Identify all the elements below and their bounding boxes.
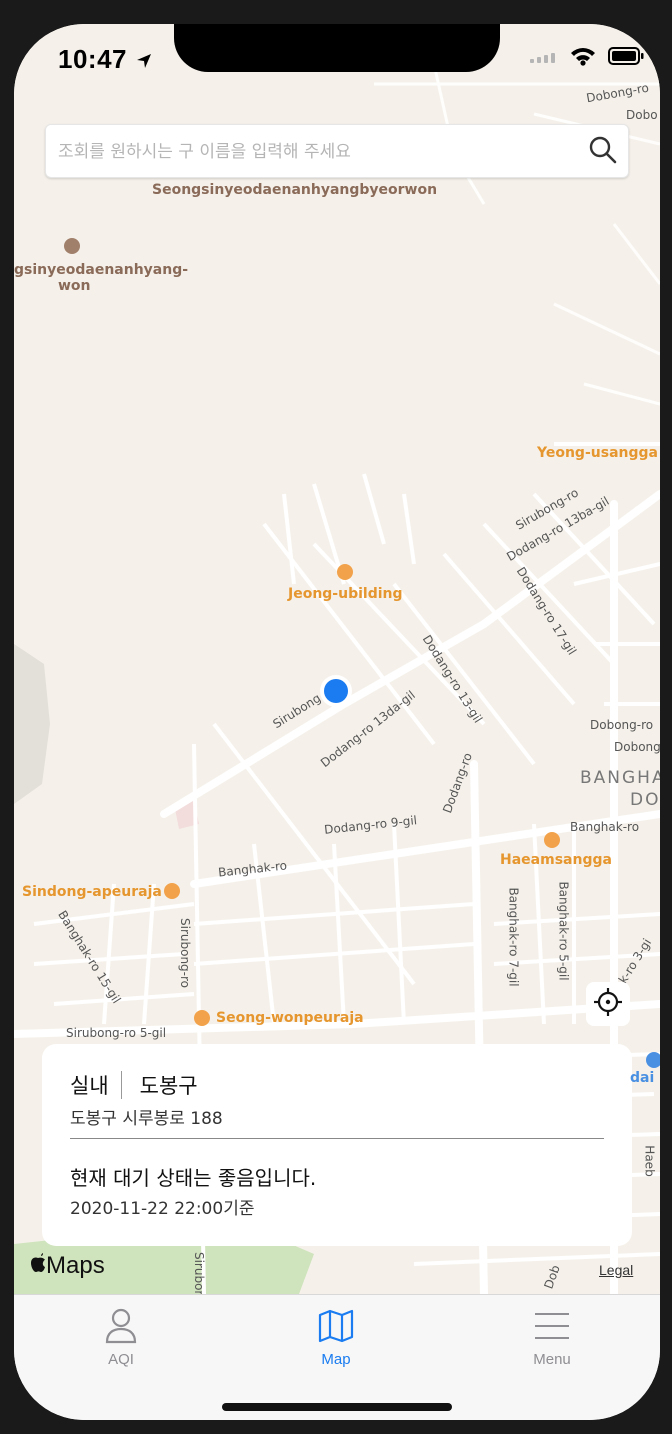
timestamp-text: 2020-11-22 22:00기준 <box>70 1199 255 1219</box>
map-label: DO <box>630 790 660 810</box>
current-location-button[interactable] <box>586 982 630 1026</box>
tab-aqi[interactable]: AQI <box>61 1305 181 1368</box>
map-label: Sirubong-ro <box>178 917 193 989</box>
map-label: dai <box>630 1070 655 1086</box>
phone-screen: Seongsinyeodaenanhyangbyeorwon gsinyeoda… <box>14 24 660 1420</box>
map-label: Sindong-apeuraja <box>22 884 162 900</box>
map-label: Banghak-ro 5-gil <box>556 881 571 981</box>
map-label: Dobo <box>626 108 658 122</box>
tab-bar: AQI Map Menu <box>14 1294 660 1420</box>
map-label: won <box>58 278 91 294</box>
air-quality-info-card[interactable]: 실내 도봉구 도봉구 시루봉로 188 현재 대기 상태는 좋음입니다. 202… <box>42 1044 632 1246</box>
tab-map-label: Map <box>321 1351 351 1368</box>
map-label: Banghak-ro 7-gil <box>506 887 521 987</box>
device-notch <box>174 24 500 72</box>
address-text: 도봉구 시루봉로 188 <box>70 1109 223 1129</box>
maps-attribution-text: Maps <box>46 1252 105 1279</box>
map-label: Yeong-usangga <box>537 445 658 461</box>
wifi-icon <box>570 46 596 71</box>
apple-logo-icon <box>30 1252 46 1280</box>
person-icon <box>61 1305 181 1347</box>
map-label: Seong-wonpeuraja <box>216 1010 364 1026</box>
map-label: Haeamsangga <box>500 852 612 868</box>
legal-link[interactable]: Legal <box>599 1262 633 1278</box>
tab-aqi-label: AQI <box>108 1351 134 1368</box>
district-label: 도봉구 <box>139 1074 198 1098</box>
map-icon <box>276 1305 396 1347</box>
menu-icon <box>492 1305 612 1347</box>
search-bar[interactable] <box>45 124 629 179</box>
crosshair-icon <box>592 986 624 1023</box>
battery-icon <box>608 47 644 70</box>
map-label: Banghak-ro <box>570 820 640 834</box>
air-status-text: 현재 대기 상태는 좋음입니다. <box>70 1166 317 1190</box>
map-label: Dobong <box>614 740 660 754</box>
location-arrow-icon <box>135 46 153 77</box>
card-header: 실내 도봉구 <box>70 1070 198 1100</box>
tab-menu[interactable]: Menu <box>492 1305 612 1368</box>
mode-label: 실내 <box>70 1074 109 1098</box>
map-label: gsinyeodaenanhyang- <box>14 262 189 278</box>
map-label: Jeong-ubilding <box>288 586 403 602</box>
status-time-text: 10:47 <box>58 44 127 74</box>
card-divider <box>70 1138 604 1139</box>
map-label: Sirubong-ro 5-gil <box>66 1026 167 1040</box>
tab-map[interactable]: Map <box>276 1305 396 1368</box>
status-right <box>530 46 644 71</box>
map-label: Haeb <box>642 1145 657 1177</box>
tab-menu-label: Menu <box>533 1351 571 1368</box>
map-label: Dobong-ro <box>590 718 654 732</box>
header-separator <box>120 1071 122 1099</box>
map-label: BANGHA <box>580 768 660 788</box>
apple-maps-logo: Maps <box>30 1252 105 1280</box>
map-label: Sirubon <box>192 1251 207 1299</box>
status-time: 10:47 <box>58 44 153 77</box>
search-input[interactable] <box>56 125 580 179</box>
search-icon[interactable] <box>588 135 618 170</box>
cellular-signal-icon <box>530 50 558 68</box>
home-indicator[interactable] <box>222 1403 452 1411</box>
map-label: Seongsinyeodaenanhyangbyeorwon <box>152 182 438 198</box>
